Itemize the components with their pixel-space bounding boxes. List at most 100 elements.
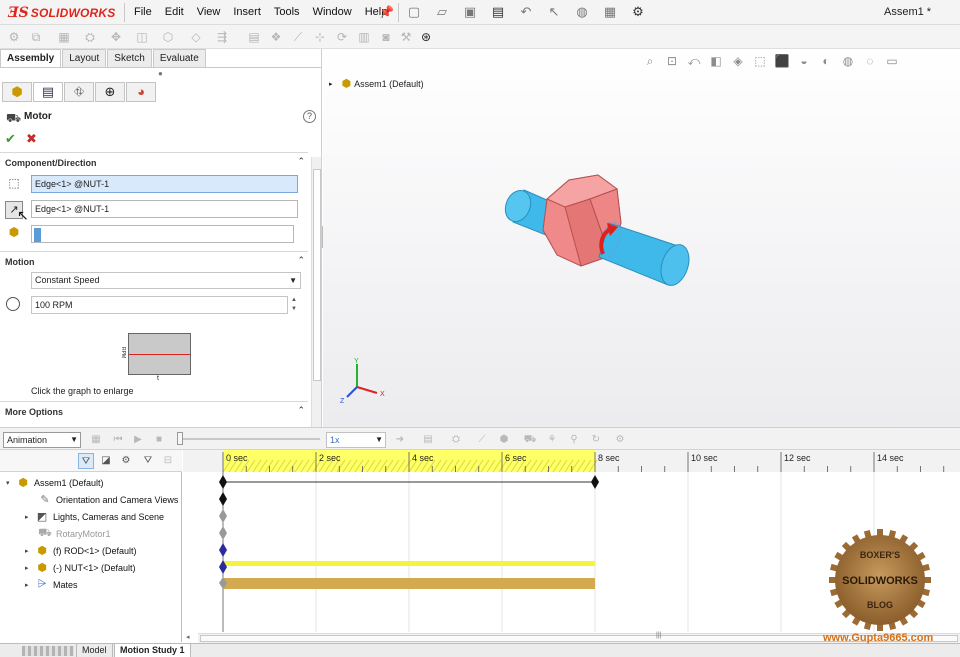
section-more-options[interactable]: More Options ⌃ [0,401,308,417]
tree-item[interactable]: ▾ ⬢ Assem1 (Default) [6,474,104,491]
explode-line-sketch-icon[interactable]: ⟋ [290,29,306,45]
undo-icon[interactable]: ↶ [517,3,535,21]
playback-slider-thumb[interactable] [177,432,183,445]
save-icon[interactable]: ▣ [461,3,479,21]
expand-icon[interactable]: ▸ [25,547,35,555]
keypoint-start[interactable] [219,475,227,489]
view-settings-icon[interactable]: ◌ [861,52,879,70]
autokey-icon[interactable]: ⟋ [474,432,490,448]
filter-selected-icon[interactable]: ⚙ [118,453,134,469]
new-motion-study-icon[interactable]: ⇶ [214,29,230,45]
scrollbar-thumb[interactable] [313,169,321,381]
insert-components-icon[interactable]: ⚙ [6,29,22,45]
tree-item[interactable]: ✎ Orientation and Camera Views [28,491,178,508]
display-style-icon[interactable]: ⬛ [773,52,791,70]
add-update-key-icon[interactable]: ⬢ [496,432,512,448]
playback-slider-track[interactable] [178,438,320,440]
collapse-all-icon[interactable]: ⊟ [160,453,176,469]
playback-speed-select[interactable]: 1x ▼ [326,432,386,448]
location-field[interactable]: Edge<1> @NUT-1 [31,175,298,193]
chevron-up-icon[interactable]: ⌃ [297,255,305,266]
calculate-icon[interactable]: ▦ [88,432,104,448]
assembly-model[interactable] [323,49,960,427]
play-from-start-icon[interactable]: ⏮ [110,432,126,448]
tab-evaluate[interactable]: Evaluate [152,49,206,67]
motion-type-select[interactable]: Constant Speed ▼ [31,272,301,289]
mates-change-bar[interactable] [223,578,595,589]
menu-file[interactable]: File [134,6,152,18]
spring-icon[interactable]: ⚘ [544,432,560,448]
tab-motion-study-1[interactable]: Motion Study 1 [114,644,191,657]
ok-button[interactable]: ✔ [5,131,16,147]
filter-animated-icon[interactable]: ⛛ [78,453,94,469]
playback-mode-icon[interactable]: ➜ [392,432,408,448]
tab-layout[interactable]: Layout [62,49,107,67]
tree-item[interactable]: ▸ ⩥ Mates [25,576,78,593]
speed-stepper[interactable]: ▲ ▼ [288,296,300,314]
graphics-area[interactable]: ▸ ⬢ Assem1 (Default) ⌕ ⊡ ⤺ ◧ ◈ ⬚ ⬛ ◒ ◐ ◍… [323,49,960,427]
scroll-left-icon[interactable]: ◂ [186,633,190,641]
zoom-to-fit-icon[interactable]: ⌕ [641,52,659,70]
panel-scrollbar[interactable] [311,157,321,427]
contact-icon[interactable]: ⚲ [566,432,582,448]
direction-field[interactable]: Edge<1> @NUT-1 [31,200,298,218]
animation-wizard-icon[interactable]: ⛭ [448,432,464,448]
pin-icon[interactable]: 📌 [379,5,394,19]
gravity-icon[interactable]: ↻ [588,432,604,448]
save-animation-icon[interactable]: ▤ [420,432,436,448]
configurationmanager-icon[interactable]: ⛗ [64,82,94,102]
expand-icon[interactable]: ▾ [6,479,16,487]
update-speedpak-icon[interactable]: ⟳ [334,29,350,45]
motion-graph[interactable] [128,333,191,375]
tree-item[interactable]: ▸ ◩ Lights, Cameras and Scene [25,508,164,525]
tab-assembly[interactable]: Assembly [0,49,62,67]
previous-view-icon[interactable]: ⤺ [685,52,703,70]
tab-navigation-arrows[interactable] [22,646,74,656]
tab-sketch[interactable]: Sketch [107,49,152,67]
solidworks-logo[interactable]: ƎS SOLIDWORKS [8,4,120,22]
filter-driving-icon[interactable]: ◪ [98,453,114,469]
menu-window[interactable]: Window [313,6,352,18]
flyout-tree-root[interactable]: ▸ ⬢ Assem1 (Default) [329,77,424,90]
display-manager-icon[interactable]: ◕ [126,82,156,102]
chevron-up-icon[interactable]: ⌃ [297,405,305,416]
study-type-select[interactable]: Animation ▼ [3,432,81,448]
rebuild-icon[interactable]: ◍ [573,3,591,21]
cancel-button[interactable]: ✖ [26,131,37,147]
file-properties-icon[interactable]: ▦ [601,3,619,21]
cursor-mode-icon[interactable]: ⊛ [418,29,434,45]
exploded-view-icon[interactable]: ❖ [268,29,284,45]
expand-icon[interactable]: ▸ [25,513,35,521]
propertymanager-icon[interactable]: ▤ [33,82,63,102]
view-orientation-icon[interactable]: ⬚ [751,52,769,70]
menu-insert[interactable]: Insert [233,6,261,18]
print-icon[interactable]: ▤ [489,3,507,21]
linear-pattern-icon[interactable]: ▦ [56,29,72,45]
tab-model[interactable]: Model [76,644,113,657]
keypoint-lights[interactable] [219,509,227,523]
dimxpert-icon[interactable]: ⊕ [95,82,125,102]
tree-item[interactable]: ▸ ⬢ (-) NUT<1> (Default) [25,559,136,576]
expand-icon[interactable]: ▸ [329,80,333,88]
mate-icon[interactable]: ⧉ [28,29,44,45]
dynamic-annotation-icon[interactable]: ◈ [729,52,747,70]
instant3d-icon[interactable]: ⊹ [312,29,328,45]
display-pane-icon[interactable]: ▭ [883,52,901,70]
hide-show-items-icon[interactable]: ◒ [795,52,813,70]
motor-tool-icon[interactable]: ⛟ [522,432,538,448]
open-icon[interactable]: ▱ [433,3,451,21]
zoom-to-area-icon[interactable]: ⊡ [663,52,681,70]
keypoint-camera[interactable] [219,492,227,506]
tree-item[interactable]: ⛟ RotaryMotor1 [28,525,110,542]
expand-icon[interactable]: ▸ [25,581,35,589]
keypoint-end[interactable] [591,475,599,489]
reference-geometry-icon[interactable]: ◇ [188,29,204,45]
keypoint-rod[interactable] [219,543,227,557]
section-component-direction[interactable]: Component/Direction ⌃ [0,152,308,168]
new-icon[interactable]: ▢ [405,3,423,21]
panel-grip-icon[interactable]: ● [158,69,163,78]
speed-input[interactable]: 100 RPM [31,296,288,314]
play-icon[interactable]: ▶ [130,432,146,448]
expand-icon[interactable]: ▸ [25,564,35,572]
chevron-up-icon[interactable]: ⌃ [297,156,305,167]
